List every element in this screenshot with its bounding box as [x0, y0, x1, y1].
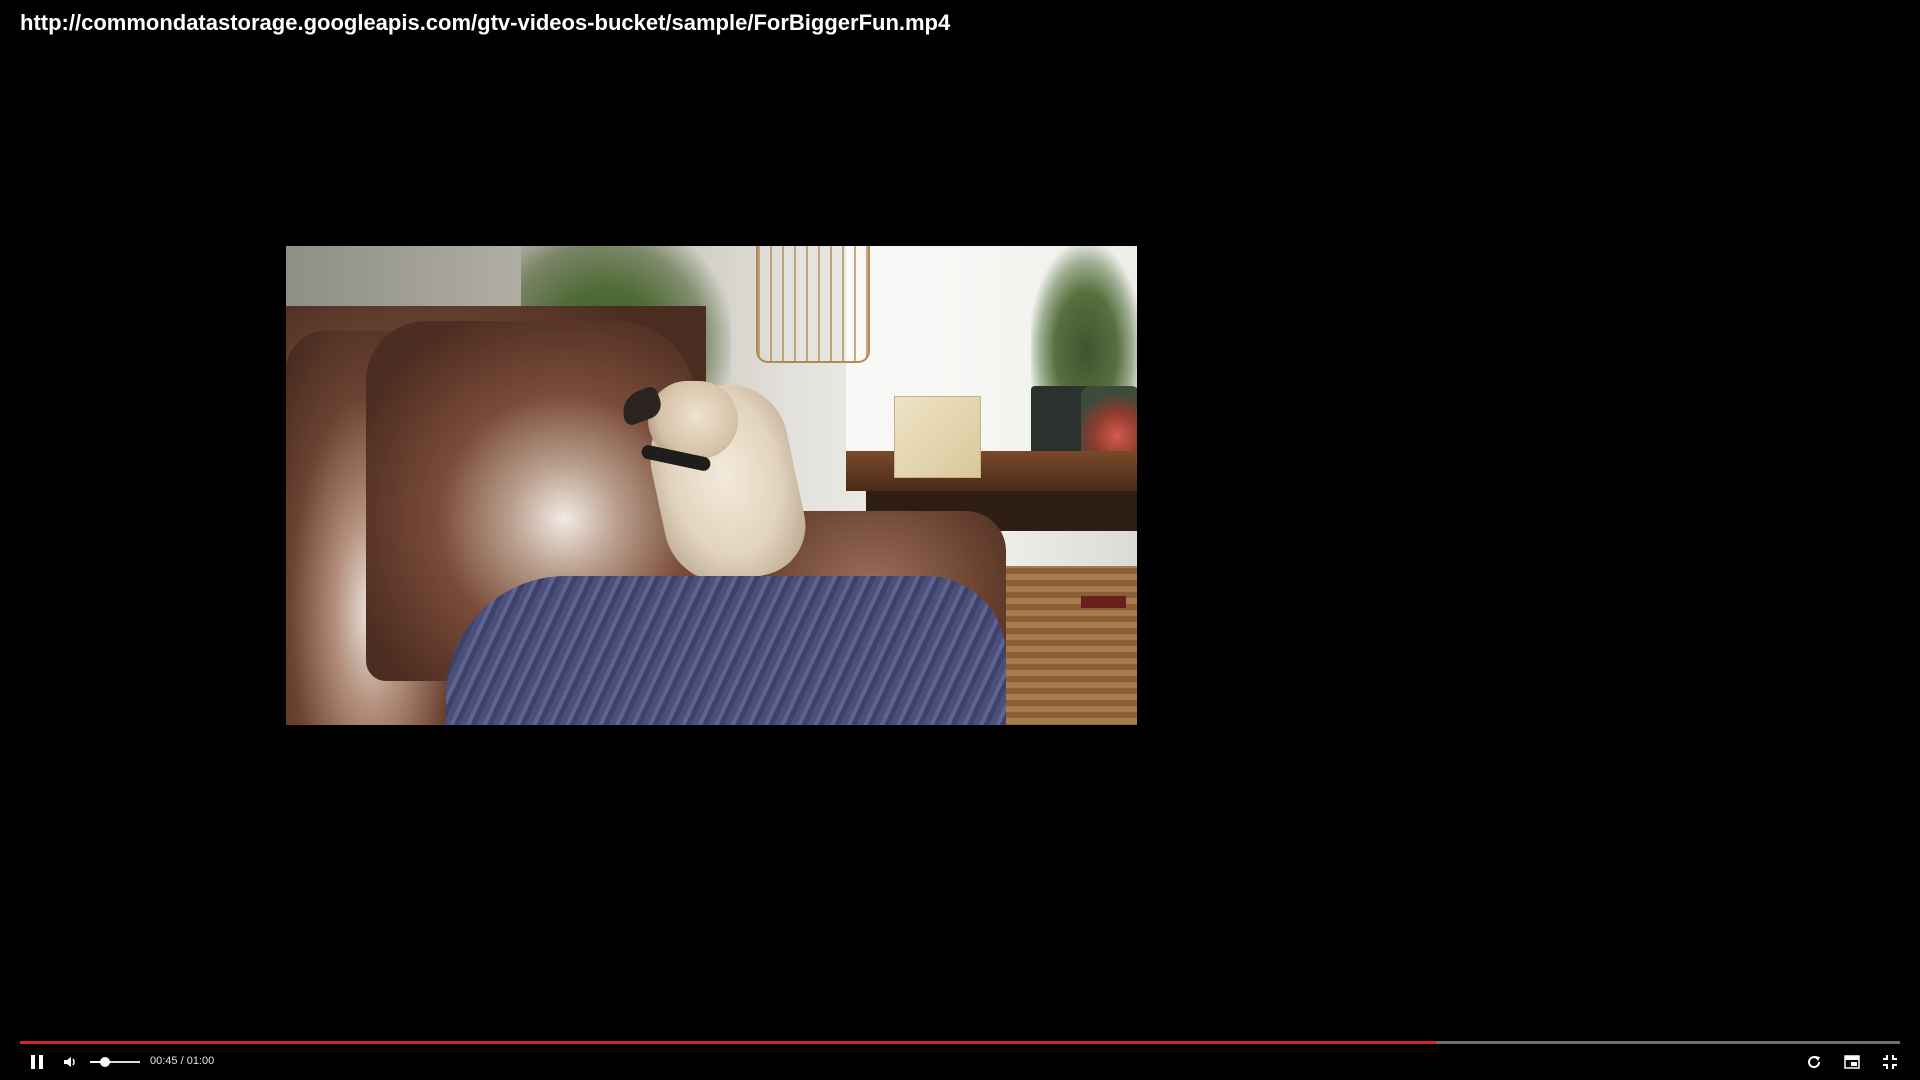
volume-slider[interactable]: [90, 1057, 140, 1067]
picture-in-picture-button[interactable]: [1841, 1052, 1863, 1072]
replay-icon: [1808, 1056, 1821, 1069]
replay-button[interactable]: [1803, 1052, 1825, 1072]
speaker-icon: [64, 1057, 75, 1067]
pause-icon-bar-left: [31, 1055, 35, 1069]
volume-icon[interactable]: [60, 1052, 82, 1072]
pause-button[interactable]: [26, 1052, 48, 1072]
volume-slider-knob[interactable]: [100, 1057, 110, 1067]
frame-basket-label: [1081, 596, 1126, 608]
frame-plant-right: [1031, 246, 1137, 396]
video-frame[interactable]: [286, 246, 1137, 725]
video-url-title: http://commondatastorage.googleapis.com/…: [20, 10, 951, 35]
seek-bar-played: [20, 1041, 1436, 1044]
frame-basket: [986, 566, 1137, 725]
player-controls: 00:45 / 01:00: [20, 1050, 1900, 1074]
picture-in-picture-icon: [1844, 1055, 1860, 1069]
frame-birdcage: [756, 246, 870, 363]
exit-fullscreen-icon: [1883, 1055, 1897, 1069]
frame-tissue-box: [894, 396, 981, 478]
seek-bar[interactable]: [20, 1041, 1900, 1044]
time-display: 00:45 / 01:00: [150, 1055, 215, 1067]
frame-blanket: [446, 576, 1006, 725]
video-player-page: http://commondatastorage.googleapis.com/…: [0, 0, 1920, 1080]
pause-icon-bar-right: [39, 1055, 43, 1069]
exit-fullscreen-button[interactable]: [1879, 1052, 1901, 1072]
frame-side-table: [846, 451, 1137, 491]
